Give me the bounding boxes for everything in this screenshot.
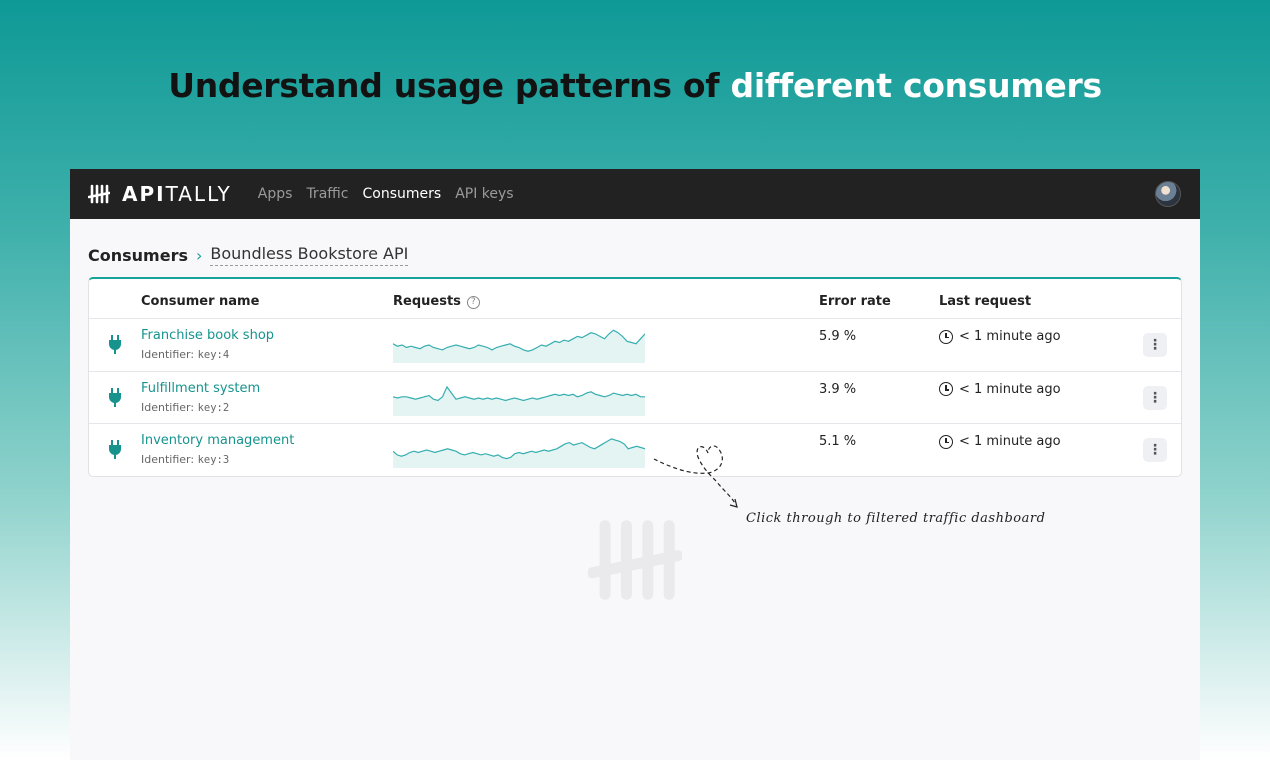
headline-accent: different consumers [730, 66, 1103, 105]
consumers-table: Consumer name Requests? Error rate Last … [88, 277, 1182, 477]
more-vertical-icon[interactable]: ⋮ [1143, 385, 1167, 410]
apitally-logo[interactable]: APITALLY [88, 182, 232, 206]
table-row[interactable]: Franchise book shop Identifier: key:4 5.… [89, 319, 1181, 372]
consumer-identifier: Identifier: key:2 [141, 400, 230, 414]
consumer-name-link[interactable]: Inventory management [141, 433, 294, 448]
header-consumer-name[interactable]: Consumer name [141, 294, 259, 309]
error-rate-value: 5.1 % [819, 434, 857, 449]
sparkline-area [393, 438, 645, 468]
error-rate-value: 3.9 % [819, 381, 857, 397]
table-header: Consumer name Requests? Error rate Last … [89, 279, 1181, 319]
clock-icon [939, 382, 953, 396]
nav-api-keys[interactable]: API keys [455, 186, 513, 202]
sparkline-area [393, 386, 645, 416]
table-row[interactable]: Inventory management Identifier: key:3 5… [89, 424, 1181, 477]
table-row[interactable]: Fulfillment system Identifier: key:2 3.9… [89, 372, 1181, 424]
app-selector[interactable]: Boundless Bookstore API [210, 244, 409, 266]
header-error-rate[interactable]: Error rate [819, 294, 891, 309]
last-request: < 1 minute ago [939, 329, 1061, 344]
logo-icon [88, 184, 110, 204]
annotation-text: Click through to filtered traffic dashbo… [746, 511, 1046, 526]
consumer-name-link[interactable]: Fulfillment system [141, 381, 260, 396]
chevron-right-icon: › [195, 245, 203, 265]
nav-apps[interactable]: Apps [258, 186, 293, 202]
page-headline: Understand usage patterns of different c… [0, 66, 1270, 105]
clock-icon [939, 329, 953, 344]
requests-sparkline[interactable] [393, 380, 645, 416]
consumer-identifier: Identifier: key:3 [141, 453, 230, 466]
annotation-arrow [653, 445, 738, 508]
help-circle-icon[interactable]: ? [466, 296, 480, 309]
more-vertical-icon[interactable]: ⋮ [1143, 438, 1167, 462]
app-window: APITALLY Apps Traffic Consumers API keys… [70, 169, 1200, 760]
last-request: < 1 minute ago [939, 382, 1061, 397]
breadcrumb-root[interactable]: Consumers [88, 246, 188, 265]
plug-icon [109, 387, 121, 407]
top-navbar: APITALLY Apps Traffic Consumers API keys [70, 169, 1200, 219]
nav-traffic[interactable]: Traffic [306, 186, 348, 202]
more-vertical-icon[interactable]: ⋮ [1143, 333, 1167, 357]
header-requests: Requests? [393, 294, 480, 309]
plug-icon [109, 335, 121, 354]
requests-sparkline[interactable] [393, 327, 645, 363]
headline-main: Understand usage patterns of [168, 66, 731, 105]
header-last-request[interactable]: Last request [939, 294, 1031, 309]
clock-icon [939, 434, 953, 449]
plug-icon [109, 440, 121, 459]
breadcrumb: Consumers › Boundless Bookstore API [88, 244, 409, 266]
error-rate-value: 5.9 % [819, 329, 857, 344]
consumer-name-link[interactable]: Franchise book shop [141, 328, 274, 343]
logo-wordmark: APITALLY [122, 182, 232, 206]
last-request: < 1 minute ago [939, 434, 1061, 449]
nav-consumers[interactable]: Consumers [363, 186, 442, 202]
consumer-identifier: Identifier: key:4 [141, 348, 230, 361]
watermark-logo-icon [588, 520, 682, 600]
requests-sparkline[interactable] [393, 432, 645, 468]
user-avatar[interactable] [1155, 181, 1181, 207]
